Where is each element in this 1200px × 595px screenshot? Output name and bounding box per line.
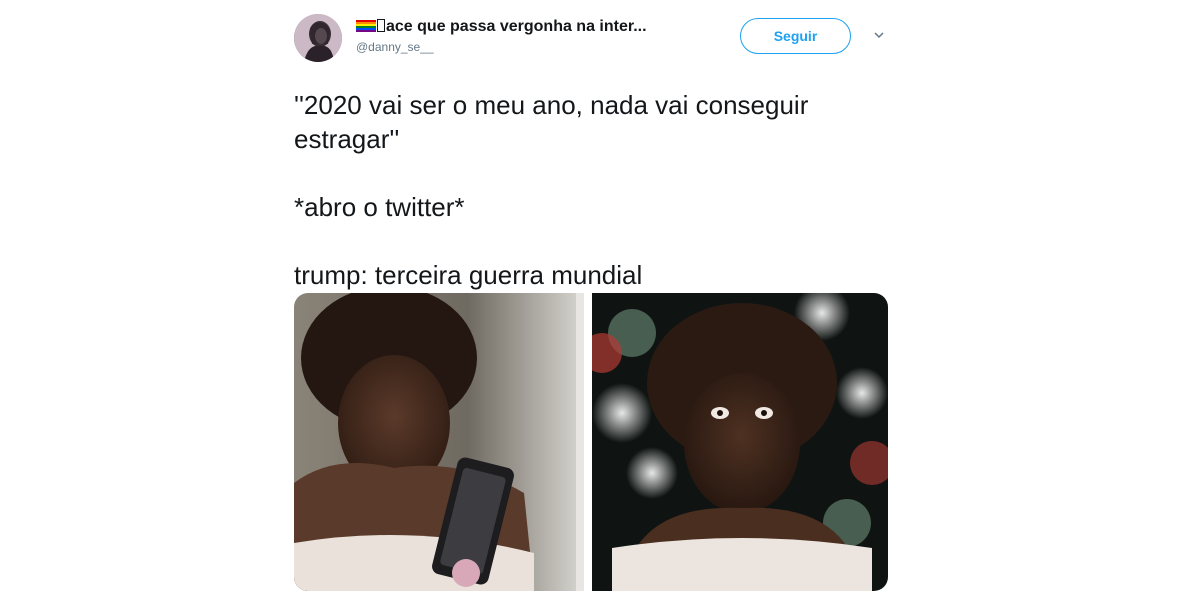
display-name[interactable]: ace que passa vergonha na inter... (356, 18, 716, 36)
tweet-header: ace que passa vergonha na inter... @dann… (356, 18, 716, 54)
photo-woman-with-phone[interactable] (294, 293, 584, 591)
tofu-icon (377, 19, 385, 32)
tweet-card: ace que passa vergonha na inter... @dann… (290, 8, 900, 593)
tweet-text: ''2020 vai ser o meu ano, nada vai conse… (294, 88, 894, 326)
avatar[interactable] (294, 14, 342, 62)
tweet-media (294, 293, 888, 591)
display-name-text: ace que passa vergonha na inter... (386, 18, 647, 35)
tweet-paragraph: trump: terceira guerra mundial (294, 260, 643, 290)
media-divider (584, 293, 592, 591)
tweet-paragraph: *abro o twitter* (294, 192, 465, 222)
chevron-down-icon[interactable] (874, 30, 884, 40)
avatar-image (294, 14, 342, 62)
photo-woman-startled[interactable] (592, 293, 888, 591)
rainbow-flag-icon (356, 20, 376, 32)
follow-button[interactable]: Seguir (740, 18, 851, 54)
user-handle[interactable]: @danny_se__ (356, 40, 716, 54)
tweet-paragraph: ''2020 vai ser o meu ano, nada vai conse… (294, 90, 809, 154)
